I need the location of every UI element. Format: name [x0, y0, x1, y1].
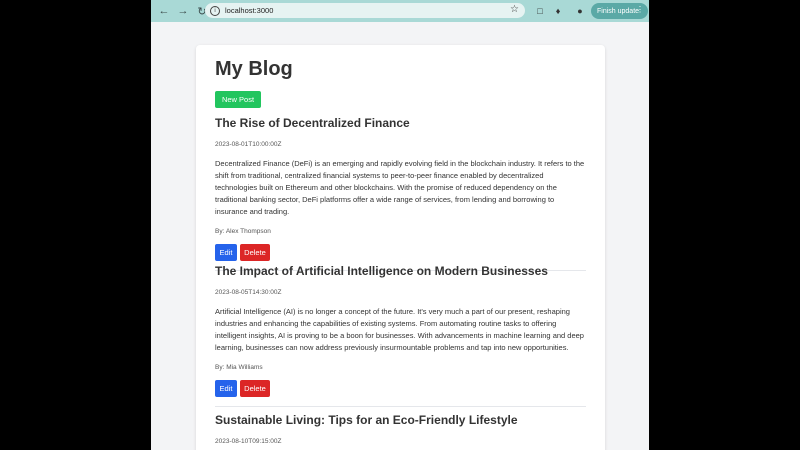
finish-update-label: Finish update	[597, 7, 640, 15]
post-date: 2023-08-05T14:30:00Z	[215, 289, 282, 296]
post-item: Sustainable Living: Tips for an Eco-Frie…	[215, 413, 586, 445]
delete-button[interactable]: Delete	[240, 380, 270, 397]
post-title: Sustainable Living: Tips for an Eco-Frie…	[215, 413, 518, 427]
finish-update-button[interactable]: Finish update ⋮	[591, 3, 648, 19]
post-date: 2023-08-01T10:00:00Z	[215, 141, 282, 148]
delete-button[interactable]: Delete	[240, 244, 270, 261]
post-actions: Edit Delete	[215, 244, 586, 261]
post-content: Artificial Intelligence (AI) is no longe…	[215, 307, 584, 352]
forward-icon[interactable]: →	[175, 3, 191, 19]
edit-button[interactable]: Edit	[215, 380, 237, 397]
browser-window: ← → ↻ i localhost:3000 ☆ □ ♦ ● Finish up…	[151, 0, 649, 450]
post-divider	[215, 406, 586, 407]
blog-container: My Blog New Post The Rise of Decentraliz…	[196, 45, 605, 450]
extension-icon[interactable]: □	[533, 4, 547, 18]
more-menu-icon[interactable]: ⋮	[636, 5, 644, 14]
post-title: The Impact of Artificial Intelligence on…	[215, 264, 548, 278]
site-info-icon[interactable]: i	[210, 5, 220, 16]
url-text[interactable]: localhost:3000	[225, 6, 273, 15]
edit-button[interactable]: Edit	[215, 244, 237, 261]
post-author: By: Mia Williams	[215, 364, 263, 371]
page-title: My Blog	[215, 58, 293, 80]
browser-toolbar: ← → ↻ i localhost:3000 ☆ □ ♦ ● Finish up…	[151, 0, 649, 22]
profile-avatar-icon[interactable]: ●	[573, 4, 587, 18]
address-bar[interactable]: i localhost:3000 ☆	[205, 3, 525, 18]
bookmark-star-icon[interactable]: ☆	[510, 4, 519, 15]
post-date: 2023-08-10T09:15:00Z	[215, 438, 282, 445]
post-title: The Rise of Decentralized Finance	[215, 116, 410, 130]
back-icon[interactable]: ←	[156, 3, 172, 19]
post-item: The Rise of Decentralized Finance 2023-0…	[215, 116, 586, 271]
post-actions: Edit Delete	[215, 380, 586, 397]
post-item: The Impact of Artificial Intelligence on…	[215, 264, 586, 407]
extensions-puzzle-icon[interactable]: ♦	[551, 4, 565, 18]
post-content: Decentralized Finance (DeFi) is an emerg…	[215, 159, 585, 216]
new-post-button[interactable]: New Post	[215, 91, 261, 108]
post-author: By: Alex Thompson	[215, 228, 271, 235]
